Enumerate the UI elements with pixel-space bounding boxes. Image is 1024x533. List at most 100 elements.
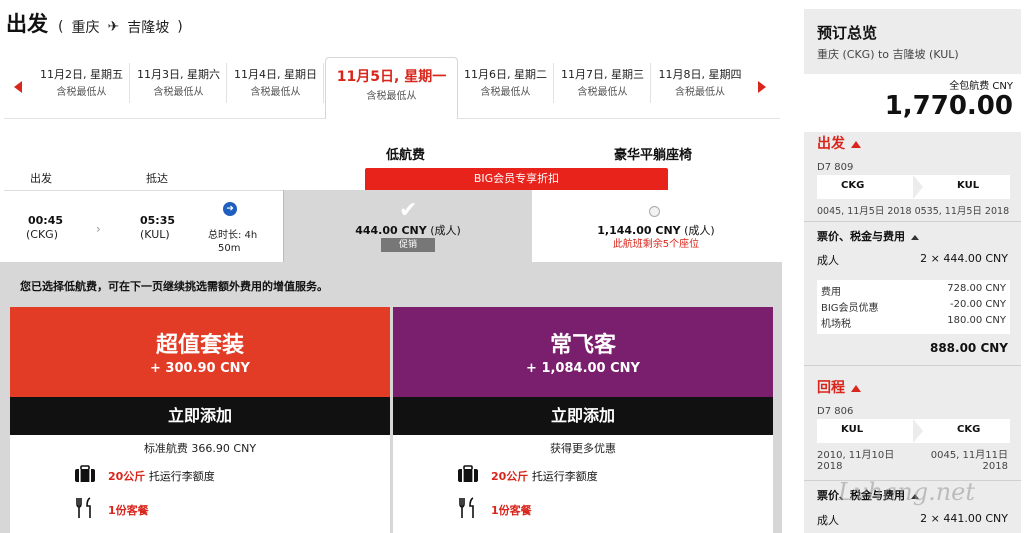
plane-icon: ✈ (107, 19, 120, 35)
date-sub: 含税最低从 (153, 87, 204, 98)
low-fare-option[interactable]: ✔ 444.00 CNY (成人) 促销 (283, 190, 532, 262)
duration: 总时长: 4h 50m (208, 229, 257, 255)
date-sub: 含税最低从 (250, 87, 301, 98)
lux-radio[interactable] (649, 206, 660, 217)
arr-code: (KUL) (140, 228, 170, 241)
outbound-toggle[interactable]: 出发 (817, 133, 861, 153)
destination-city: 吉隆坡 (127, 20, 170, 36)
outbound-fare-toggle[interactable]: 票价、税金与费用 (817, 228, 919, 244)
date-tab[interactable]: 11月8日, 星期四 含税最低从 (652, 63, 748, 103)
inbound-route: KUL CKG (817, 419, 1010, 443)
divider (804, 365, 1021, 366)
inbound-arr-time: 0045, 11月11日 (930, 450, 1008, 461)
meal-icon (72, 497, 98, 523)
date-tab-active[interactable]: 11月5日, 星期一 含税最低从 (325, 57, 458, 119)
perk-item: 1份客餐 (455, 497, 532, 523)
bundle-card-frequent: 常飞客 + 1,084.00 CNY 立即添加 获得更多优惠 20公斤 托运行李… (393, 307, 773, 533)
outbound-route: CKG KUL (817, 175, 1010, 199)
card-sub: 获得更多优惠 (550, 442, 616, 455)
fee-value: 180.00 CNY (947, 315, 1006, 326)
depart-col-header: 出发 (30, 172, 52, 185)
duration-min: 50m (218, 243, 241, 254)
next-dates-arrow-icon[interactable] (758, 81, 766, 93)
low-fare-header: 低航费 (386, 148, 426, 163)
outbound-subtotal: 888.00 CNY (929, 341, 1008, 355)
inbound-flight-no: D7 806 (817, 406, 854, 417)
fee-label: 费用 (821, 287, 841, 298)
pax-label: 成人 (817, 254, 839, 267)
card-name: 常飞客 (549, 333, 616, 358)
dep-time: 00:45 (28, 214, 64, 227)
outbound-times: 0045, 11月5日 2018 0535, 11月5日 2018 (817, 206, 1010, 217)
date-tab[interactable]: 11月3日, 星期六 含税最低从 (131, 63, 227, 103)
total-box: 全包航费 CNY 1,770.00 (804, 74, 1021, 132)
perk-item: 20公斤 托运行李额度 (455, 465, 598, 487)
date-sub: 含税最低从 (577, 87, 628, 98)
inbound-dep-year: 2018 (817, 461, 843, 472)
promo-badge: 促销 (381, 238, 435, 252)
card-price: + 300.90 CNY (150, 361, 250, 376)
extras-section: 您已选择低航费，可在下一页继续挑选需额外费用的增值服务。 超值套装 + 300.… (0, 262, 782, 533)
check-icon: ✔ (399, 198, 418, 223)
fee-value: -20.00 CNY (950, 299, 1006, 310)
seats-left: 此航班剩余5个座位 (612, 239, 700, 250)
total-amount: 1,770.00 (884, 91, 1013, 121)
luggage-icon (72, 465, 98, 487)
date-label: 11月4日, 星期日 (234, 68, 317, 81)
card-price: + 1,084.00 CNY (526, 361, 640, 376)
pax-label: 成人 (817, 514, 839, 527)
date-label: 11月6日, 星期二 (464, 68, 547, 81)
booking-summary: 预订总览 重庆 (CKG) to 吉隆坡 (KUL) 全包航费 CNY 1,77… (804, 9, 1021, 533)
date-sub: 含税最低从 (480, 87, 531, 98)
date-tab[interactable]: 11月6日, 星期二 含税最低从 (458, 63, 554, 103)
card-head: 超值套装 + 300.90 CNY (10, 307, 390, 397)
date-label: 11月3日, 星期六 (137, 68, 220, 81)
luggage-icon (455, 465, 481, 487)
lux-fare-header: 豪华平躺座椅 (614, 148, 693, 163)
collapse-icon (851, 140, 861, 148)
bundle-card-value: 超值套装 + 300.90 CNY 立即添加 标准航费 366.90 CNY 2… (10, 307, 390, 533)
date-selector: 11月2日, 星期五 含税最低从 11月3日, 星期六 含税最低从 11月4日,… (4, 57, 780, 119)
low-fare-price: 444.00 CNY (成人) (355, 224, 461, 237)
inbound-toggle[interactable]: 回程 (817, 377, 861, 397)
add-bundle-button[interactable]: 立即添加 (10, 397, 390, 435)
lux-fare-option[interactable]: 1,144.00 CNY (成人) 此航班剩余5个座位 (532, 190, 780, 262)
meal-icon (455, 497, 481, 523)
divider (804, 221, 1021, 222)
prev-dates-arrow-icon[interactable] (14, 81, 22, 93)
big-member-banner: BIG会员专享折扣 (365, 168, 668, 190)
total-label: 全包航费 CNY (949, 81, 1013, 92)
date-sub: 含税最低从 (675, 87, 725, 98)
route-title: (重庆 ✈ 吉隆坡) (58, 19, 183, 36)
date-label: 11月7日, 星期三 (561, 68, 644, 81)
collapse-icon (851, 384, 861, 392)
duration-label: 总时长: 4h (208, 230, 258, 241)
inbound-dep-time: 2010, 11月10日 (817, 450, 895, 461)
extras-note: 您已选择低航费，可在下一页继续挑选需额外费用的增值服务。 (20, 280, 328, 293)
date-label: 11月2日, 星期五 (40, 68, 123, 81)
origin-city: 重庆 (71, 20, 100, 36)
date-tab[interactable]: 11月7日, 星期三 含税最低从 (555, 63, 651, 103)
card-name: 超值套装 (155, 333, 244, 358)
pax-value: 2 × 444.00 CNY (920, 252, 1008, 265)
date-tab[interactable]: 11月2日, 星期五 含税最低从 (34, 63, 130, 103)
date-sub: 含税最低从 (56, 87, 107, 98)
add-bundle-button[interactable]: 立即添加 (393, 397, 773, 435)
date-label: 11月5日, 星期一 (336, 69, 447, 85)
outbound-flight-no: D7 809 (817, 162, 854, 173)
fee-breakdown: 费用 728.00 CNY BIG会员优惠 -20.00 CNY 机场税 180… (817, 280, 1010, 334)
perk-item: 20公斤 托运行李额度 (72, 465, 215, 487)
chevron-right-icon: › (96, 222, 101, 236)
arrow-separator (913, 419, 927, 443)
pax-value: 2 × 441.00 CNY (920, 512, 1008, 525)
date-tab[interactable]: 11月4日, 星期日 含税最低从 (228, 63, 324, 103)
watermark-logo: Lvhang.net (838, 478, 976, 506)
date-label: 11月8日, 星期四 (658, 68, 742, 81)
date-sub: 含税最低从 (366, 91, 417, 102)
flight-details-icon[interactable]: ➜ (223, 202, 237, 216)
summary-title: 预订总览 (817, 24, 878, 42)
arr-time: 05:35 (140, 214, 176, 227)
inbound-arr-year: 2018 (982, 461, 1008, 472)
fee-label: BIG会员优惠 (821, 303, 879, 314)
card-sub: 标准航费 366.90 CNY (143, 442, 257, 455)
